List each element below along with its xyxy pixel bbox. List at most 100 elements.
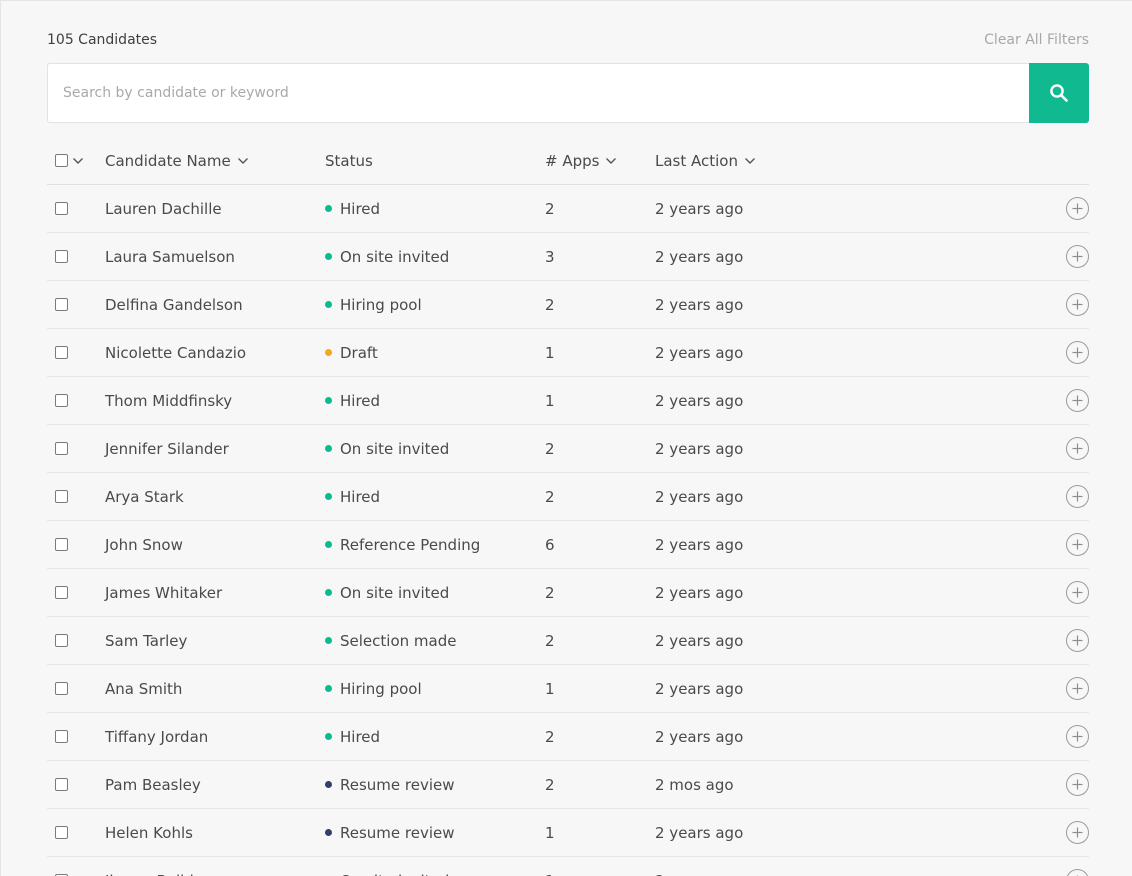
add-to-list-button[interactable] [1066,773,1089,796]
add-to-list-button[interactable] [1066,581,1089,604]
candidate-name[interactable]: Arya Stark [105,488,184,506]
candidate-name[interactable]: Nicolette Candazio [105,344,246,362]
table-row[interactable]: Arya Stark Hired 2 2 years ago [47,473,1089,521]
row-checkbox[interactable] [55,202,68,215]
plus-circle-icon [1072,347,1083,358]
add-to-list-button[interactable] [1066,485,1089,508]
clear-all-filters-link[interactable]: Clear All Filters [984,32,1089,48]
add-to-list-button[interactable] [1066,437,1089,460]
table-row[interactable]: Thom Middfinsky Hired 1 2 years ago [47,377,1089,425]
column-header-name[interactable]: Candidate Name [105,152,325,170]
table-row[interactable]: Nicolette Candazio Draft 1 2 years ago [47,329,1089,377]
add-to-list-button[interactable] [1066,389,1089,412]
add-cell [855,821,1089,844]
status-label: On site invited [340,439,450,458]
add-to-list-button[interactable] [1066,725,1089,748]
add-to-list-button[interactable] [1066,197,1089,220]
row-checkbox[interactable] [55,730,68,743]
row-select-cell [47,682,105,695]
status-label: Hired [340,727,381,746]
row-select-cell [47,202,105,215]
last-action-cell: 2 years ago [655,248,855,266]
row-checkbox[interactable] [55,250,68,263]
row-checkbox[interactable] [55,682,68,695]
plus-circle-icon [1072,443,1083,454]
add-to-list-button[interactable] [1066,533,1089,556]
last-action-time: 2 years ago [655,679,744,698]
row-checkbox[interactable] [55,346,68,359]
table-row[interactable]: Jimmy Balbia On site invited 1 2 years a… [47,857,1089,876]
apps-count: 1 [545,343,555,362]
row-checkbox[interactable] [55,538,68,551]
table-row[interactable]: Tiffany Jordan Hired 2 2 years ago [47,713,1089,761]
search-button[interactable] [1029,63,1089,123]
select-all-checkbox[interactable] [55,154,68,167]
status-dot-icon [325,541,332,548]
search-input[interactable] [47,63,1029,123]
row-checkbox[interactable] [55,298,68,311]
table-row[interactable]: Jennifer Silander On site invited 2 2 ye… [47,425,1089,473]
apps-cell: 1 [545,824,655,842]
apps-cell: 2 [545,488,655,506]
add-to-list-button[interactable] [1066,629,1089,652]
table-row[interactable]: Sam Tarley Selection made 2 2 years ago [47,617,1089,665]
last-action-time: 2 years ago [655,295,744,314]
row-checkbox[interactable] [55,394,68,407]
table-row[interactable]: Laura Samuelson On site invited 3 2 year… [47,233,1089,281]
column-header-last-action[interactable]: Last Action [655,152,855,170]
row-select-cell [47,250,105,263]
apps-cell: 2 [545,728,655,746]
add-to-list-button[interactable] [1066,821,1089,844]
last-action-cell: 2 years ago [655,296,855,314]
row-checkbox[interactable] [55,826,68,839]
row-checkbox[interactable] [55,634,68,647]
table-row[interactable]: Lauren Dachille Hired 2 2 years ago [47,185,1089,233]
candidate-name[interactable]: John Snow [105,536,183,554]
table-row[interactable]: James Whitaker On site invited 2 2 years… [47,569,1089,617]
candidate-name[interactable]: Lauren Dachille [105,200,222,218]
status-label: Draft [340,343,378,362]
add-to-list-button[interactable] [1066,293,1089,316]
table-row[interactable]: Pam Beasley Resume review 2 2 mos ago [47,761,1089,809]
last-action-cell: 2 years ago [655,440,855,458]
table-row[interactable]: Delfina Gandelson Hiring pool 2 2 years … [47,281,1089,329]
candidate-name[interactable]: Pam Beasley [105,776,201,794]
add-to-list-button[interactable] [1066,677,1089,700]
status-dot-icon [325,301,332,308]
last-action-cell: 2 years ago [655,872,855,876]
table-row[interactable]: John Snow Reference Pending 6 2 years ag… [47,521,1089,569]
candidate-name[interactable]: Ana Smith [105,680,182,698]
plus-circle-icon [1072,635,1083,646]
add-to-list-button[interactable] [1066,245,1089,268]
candidate-name-cell: Tiffany Jordan [105,728,325,746]
candidate-count: 105 Candidates [47,32,158,48]
apps-count: 3 [545,247,555,266]
add-to-list-button[interactable] [1066,341,1089,364]
apps-cell: 1 [545,872,655,876]
table-row[interactable]: Ana Smith Hiring pool 1 2 years ago [47,665,1089,713]
candidate-name[interactable]: Sam Tarley [105,632,187,650]
candidate-name[interactable]: James Whitaker [105,584,222,602]
candidate-name[interactable]: Tiffany Jordan [105,728,208,746]
table-row[interactable]: Helen Kohls Resume review 1 2 years ago [47,809,1089,857]
table-header: Candidate Name Status # Apps Last Action [47,137,1089,185]
candidate-name[interactable]: Helen Kohls [105,824,193,842]
candidate-name-cell: Thom Middfinsky [105,392,325,410]
candidate-name[interactable]: Thom Middfinsky [105,392,232,410]
row-checkbox[interactable] [55,442,68,455]
plus-circle-icon [1072,299,1083,310]
column-label: Candidate Name [105,151,231,170]
candidate-name[interactable]: Jennifer Silander [105,440,229,458]
row-select-cell [47,730,105,743]
add-to-list-button[interactable] [1066,869,1089,876]
last-action-time: 2 years ago [655,487,744,506]
status-cell: Draft [325,344,545,362]
candidate-name[interactable]: Delfina Gandelson [105,296,243,314]
row-checkbox[interactable] [55,490,68,503]
row-checkbox[interactable] [55,586,68,599]
candidate-name[interactable]: Jimmy Balbia [105,872,203,876]
column-header-apps[interactable]: # Apps [545,152,655,170]
chevron-down-icon[interactable] [72,157,84,165]
candidate-name[interactable]: Laura Samuelson [105,248,235,266]
row-checkbox[interactable] [55,778,68,791]
